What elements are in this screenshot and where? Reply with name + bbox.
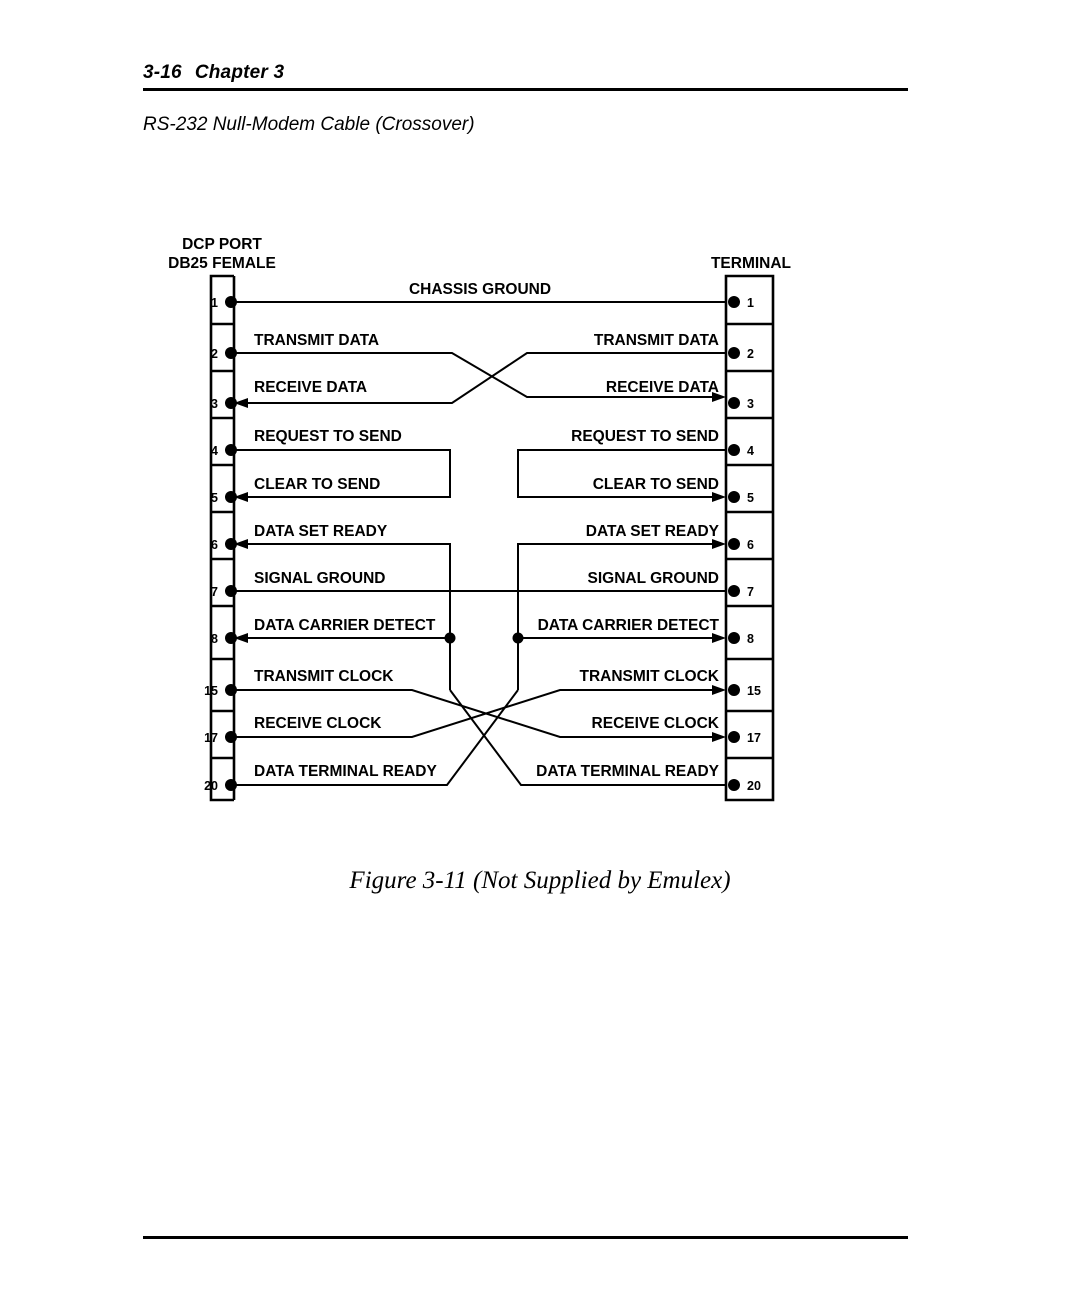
signal-label-request-to-send-left: REQUEST TO SEND — [254, 428, 402, 445]
pin-dot-right-4 — [728, 444, 740, 456]
footer-divider — [143, 1236, 908, 1239]
pin-number-left-2: 2 — [211, 347, 218, 361]
pin-dot-left-5 — [225, 491, 237, 503]
pin-number-right-15: 15 — [747, 684, 761, 698]
pin-dot-left-8 — [225, 632, 237, 644]
signal-label-clear-to-send-left: CLEAR TO SEND — [254, 476, 380, 493]
left-connector-title-line1: DCP PORT — [182, 236, 262, 253]
pin-number-right-1: 1 — [747, 296, 754, 310]
right-connector-body — [724, 274, 775, 802]
pin-dot-left-15 — [225, 684, 237, 696]
pin-dot-left-7 — [225, 585, 237, 597]
signal-label-data-set-ready-right: DATA SET READY — [586, 523, 720, 540]
pin-number-left-4: 4 — [211, 444, 218, 458]
pin-dot-left-20 — [225, 779, 237, 791]
pin-number-left-5: 5 — [211, 491, 218, 505]
junction-dot-left-dcd — [444, 632, 456, 644]
pin-number-right-17: 17 — [747, 731, 761, 745]
wire-loop-rts-cts-right — [517, 449, 726, 502]
wire-loop-rts-cts-left — [234, 449, 451, 502]
signal-label-transmit-clock-right: TRANSMIT CLOCK — [580, 668, 720, 685]
header-divider — [143, 88, 908, 91]
pin-number-left-7: 7 — [211, 585, 218, 599]
header-chapter: Chapter 3 — [194, 62, 285, 83]
signal-label-data-set-ready-left: DATA SET READY — [254, 523, 388, 540]
pin-number-left-6: 6 — [211, 538, 218, 552]
pin-dot-right-1 — [728, 296, 740, 308]
signal-label-transmit-data-right: TRANSMIT DATA — [594, 332, 719, 349]
section-heading: RS-232 Null-Modem Cable (Crossover) — [143, 114, 475, 135]
pin-number-right-3: 3 — [747, 397, 754, 411]
pin-dot-left-2 — [225, 347, 237, 359]
page-header: 3-16 Chapter 3 — [143, 62, 908, 84]
signal-label-request-to-send-right: REQUEST TO SEND — [571, 428, 719, 445]
pin-dot-right-15 — [728, 684, 740, 696]
pin-number-right-2: 2 — [747, 347, 754, 361]
pin-number-right-6: 6 — [747, 538, 754, 552]
pin-number-left-8: 8 — [211, 632, 218, 646]
figure-caption: Figure 3-11 (Not Supplied by Emulex) — [349, 867, 731, 894]
pin-dot-right-5 — [728, 491, 740, 503]
signal-label-clear-to-send-right: CLEAR TO SEND — [593, 476, 719, 493]
pin-dot-left-4 — [225, 444, 237, 456]
right-connector-title: TERMINAL — [711, 255, 791, 272]
rs232-null-modem-diagram: DCP PORT DB25 FEMALE TERMINAL CHASSIS GR… — [0, 0, 1080, 1296]
signal-label-signal-ground-right: SIGNAL GROUND — [588, 570, 719, 587]
pin-dot-left-17 — [225, 731, 237, 743]
pin-dot-right-3 — [728, 397, 740, 409]
signal-label-chassis-ground: CHASSIS GROUND — [409, 281, 551, 298]
pin-dot-right-20 — [728, 779, 740, 791]
pin-dot-left-6 — [225, 538, 237, 550]
signal-label-data-carrier-detect-left: DATA CARRIER DETECT — [254, 617, 436, 634]
pin-dot-left-1 — [225, 296, 237, 308]
signal-label-transmit-clock-left: TRANSMIT CLOCK — [254, 668, 394, 685]
left-pin-group: 1 2 3 4 5 6 7 8 15 17 20 — [204, 296, 237, 793]
pin-number-right-4: 4 — [747, 444, 754, 458]
pin-number-right-5: 5 — [747, 491, 754, 505]
signal-label-receive-clock-right: RECEIVE CLOCK — [592, 715, 720, 732]
junction-dot-right-dcd — [512, 632, 524, 644]
left-connector-body — [209, 274, 236, 802]
pin-number-right-8: 8 — [747, 632, 754, 646]
left-connector-title-line2: DB25 FEMALE — [168, 255, 276, 272]
signal-label-transmit-data-left: TRANSMIT DATA — [254, 332, 379, 349]
pin-number-right-7: 7 — [747, 585, 754, 599]
right-pin-group: 1 2 3 4 5 6 7 8 15 17 20 — [728, 296, 761, 793]
pin-number-left-17: 17 — [204, 731, 218, 745]
pin-dot-right-2 — [728, 347, 740, 359]
signal-label-signal-ground-left: SIGNAL GROUND — [254, 570, 385, 587]
signal-label-data-terminal-ready-left: DATA TERMINAL READY — [254, 763, 437, 780]
pin-dot-left-3 — [225, 397, 237, 409]
pin-number-left-15: 15 — [204, 684, 218, 698]
pin-number-left-20: 20 — [204, 779, 218, 793]
pin-dot-right-7 — [728, 585, 740, 597]
header-page-number: 3-16 — [143, 62, 182, 83]
pin-number-left-1: 1 — [211, 296, 218, 310]
pin-number-right-20: 20 — [747, 779, 761, 793]
wire-row-data-carrier-detect — [234, 632, 726, 690]
signal-label-data-terminal-ready-right: DATA TERMINAL READY — [536, 763, 719, 780]
signal-label-data-carrier-detect-right: DATA CARRIER DETECT — [538, 617, 720, 634]
pin-dot-right-6 — [728, 538, 740, 550]
signal-label-receive-clock-left: RECEIVE CLOCK — [254, 715, 382, 732]
wire-row-data-terminal-ready — [234, 689, 726, 786]
signal-label-receive-data-right: RECEIVE DATA — [606, 379, 719, 396]
signal-label-receive-data-left: RECEIVE DATA — [254, 379, 367, 396]
pin-dot-right-8 — [728, 632, 740, 644]
pin-dot-right-17 — [728, 731, 740, 743]
wire-row-data-set-ready — [234, 539, 726, 638]
document-page: 3-16 Chapter 3 RS-232 Null-Modem Cable (C… — [0, 0, 1080, 1296]
wire-row-clocks — [234, 685, 726, 742]
pin-number-left-3: 3 — [211, 397, 218, 411]
wire-row-transmit-data — [234, 352, 726, 408]
